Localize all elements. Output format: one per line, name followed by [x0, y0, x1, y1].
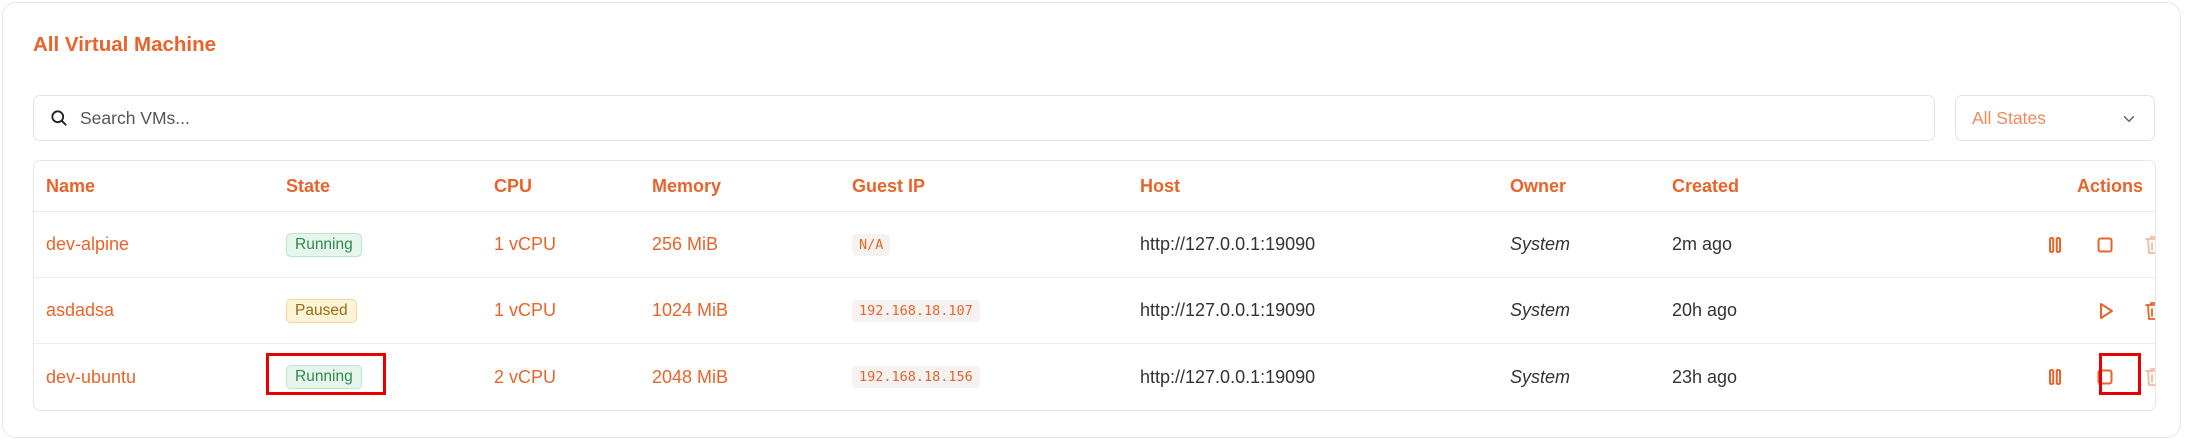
search-input[interactable] — [80, 104, 1880, 132]
col-header-state[interactable]: State — [286, 161, 330, 211]
col-header-cpu[interactable]: CPU — [494, 161, 532, 211]
pause-button[interactable] — [2043, 233, 2067, 257]
vm-host: http://127.0.0.1:19090 — [1140, 300, 1316, 320]
delete-button[interactable] — [2142, 233, 2155, 257]
delete-button[interactable] — [2142, 299, 2155, 323]
highlight-box-delete — [2099, 353, 2141, 395]
search-icon — [51, 110, 67, 126]
page-title: All Virtual Machine — [33, 33, 217, 56]
vm-name-link[interactable]: dev-alpine — [46, 212, 129, 277]
vm-created: 20h ago — [1672, 300, 1738, 320]
resume-button[interactable] — [2093, 299, 2117, 323]
vm-guest-ip: 192.168.18.107 — [852, 299, 980, 322]
state-filter-value: All States — [1972, 108, 2046, 128]
vm-created: 23h ago — [1672, 366, 1738, 387]
delete-button[interactable] — [2142, 365, 2155, 389]
status-badge: Running — [286, 232, 362, 257]
vm-host: http://127.0.0.1:19090 — [1140, 366, 1316, 387]
pause-icon — [2049, 237, 2062, 253]
vm-created: 2m ago — [1672, 234, 1733, 254]
vm-name-link[interactable]: asdadsa — [46, 278, 114, 343]
table-row[interactable]: asdadsa Paused 1 vCPU 1024 MiB 192.168.1… — [34, 278, 2155, 344]
state-filter-select[interactable]: All States — [1955, 95, 2155, 141]
stop-icon — [2097, 237, 2113, 253]
chevron-down-icon — [2123, 116, 2135, 122]
vm-owner: System — [1510, 366, 1571, 387]
trash-icon — [2145, 236, 2155, 254]
vm-cpu: 1 vCPU — [494, 234, 557, 254]
stop-button[interactable] — [2093, 233, 2117, 257]
vm-memory: 2048 MiB — [652, 366, 729, 387]
highlight-box-state — [266, 353, 386, 395]
col-header-name[interactable]: Name — [46, 161, 95, 211]
vm-name-link[interactable]: dev-ubuntu — [46, 344, 136, 410]
vm-cpu: 2 vCPU — [494, 366, 557, 387]
vm-guest-ip: N/A — [852, 233, 891, 256]
trash-icon — [2145, 368, 2155, 386]
pause-icon — [2049, 369, 2062, 385]
col-header-host[interactable]: Host — [1140, 161, 1180, 211]
table-row[interactable]: dev-alpine Running 1 vCPU 256 MiB N/A ht… — [34, 212, 2155, 278]
vm-memory: 1024 MiB — [652, 300, 729, 320]
vm-cpu: 1 vCPU — [494, 300, 557, 320]
status-badge: Paused — [286, 298, 357, 323]
vm-host: http://127.0.0.1:19090 — [1140, 234, 1316, 254]
vm-memory: 256 MiB — [652, 234, 719, 254]
pause-button[interactable] — [2043, 365, 2067, 389]
trash-icon — [2145, 302, 2155, 320]
play-icon — [2100, 303, 2113, 319]
vm-guest-ip: 192.168.18.156 — [852, 366, 980, 388]
col-header-owner[interactable]: Owner — [1510, 161, 1566, 211]
col-header-actions: Actions — [2076, 175, 2143, 196]
vm-owner: System — [1510, 300, 1571, 320]
col-header-created[interactable]: Created — [1672, 161, 1739, 211]
col-header-guest-ip[interactable]: Guest IP — [852, 161, 925, 211]
vm-owner: System — [1510, 234, 1571, 254]
col-header-memory[interactable]: Memory — [652, 161, 721, 211]
table-header-row: Name State CPU Memory Guest IP Host Owne… — [34, 161, 2155, 212]
search-box[interactable] — [33, 95, 1935, 141]
